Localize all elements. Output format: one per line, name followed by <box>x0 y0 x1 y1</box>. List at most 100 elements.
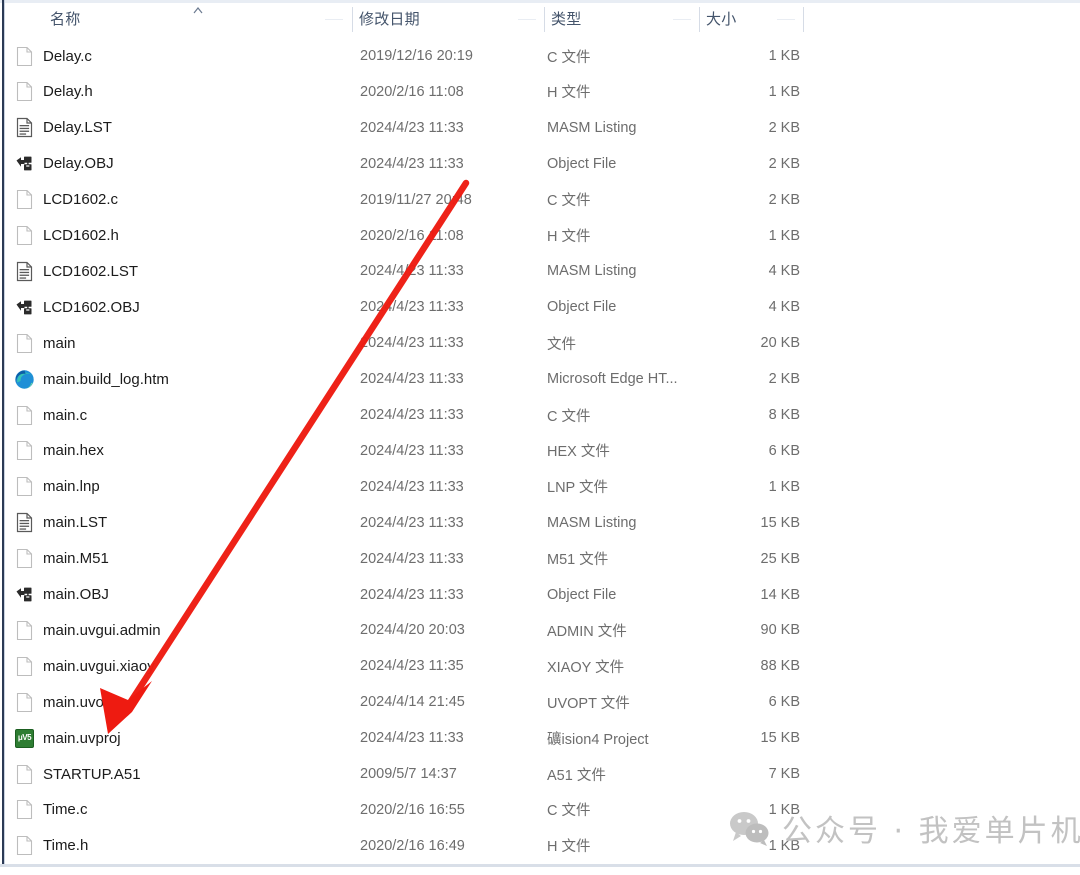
file-type-label: ADMIN 文件 <box>547 623 627 640</box>
file-name-label: main.M51 <box>43 550 109 568</box>
column-resize-grip-type[interactable] <box>673 19 691 20</box>
file-name-cell[interactable]: Delay.LST <box>15 110 112 146</box>
file-row[interactable]: main.uvgui.admin 2024/4/20 20:03 ADMIN 文件 9… <box>5 612 1080 648</box>
file-size-label: 7 KB <box>768 766 800 782</box>
file-row[interactable]: LCD1602.LST 2024/4/23 11:33 MASM Listing 4 … <box>5 253 1080 289</box>
column-header-date[interactable]: 修改日期 <box>359 3 420 33</box>
file-type-label: C 文件 <box>547 408 591 425</box>
column-divider-4[interactable] <box>803 7 804 33</box>
column-divider-3[interactable] <box>699 7 700 33</box>
column-divider-1[interactable] <box>352 7 353 33</box>
column-resize-grip-size[interactable] <box>777 19 795 20</box>
file-explorer-window: 名称 修改日期 类型 大小 Delay.c 2019/12/16 20:19 C 文… <box>0 0 1080 875</box>
file-name-cell[interactable]: main.uvgui.admin <box>15 612 161 648</box>
file-date-label: 2020/2/16 16:55 <box>360 801 465 818</box>
file-date-cell: 2009/5/7 14:37 <box>360 756 457 792</box>
file-name-cell[interactable]: main.uvgui.xiaoy <box>15 648 155 684</box>
file-name-cell[interactable]: Delay.h <box>15 74 93 110</box>
file-row[interactable]: main.hex 2024/4/23 11:33 HEX 文件 6 KB <box>5 433 1080 469</box>
file-size-cell: 20 KB <box>665 325 801 361</box>
file-name-cell[interactable]: STARTUP.A51 <box>15 756 141 792</box>
file-row[interactable]: LCD1602.h 2020/2/16 11:08 H 文件 1 KB <box>5 218 1080 254</box>
file-row[interactable]: main.build_log.htm 2024/4/23 11:33 Microso… <box>5 361 1080 397</box>
file-name-label: Time.c <box>43 801 88 819</box>
file-date-label: 2019/11/27 20:48 <box>360 191 472 208</box>
file-name-cell[interactable]: LCD1602.c <box>15 182 118 218</box>
file-date-label: 2024/4/23 11:33 <box>360 478 464 495</box>
file-name-cell[interactable]: Delay.OBJ <box>15 146 114 182</box>
file-row[interactable]: main.lnp 2024/4/23 11:33 LNP 文件 1 KB <box>5 469 1080 505</box>
file-size-label: 6 KB <box>768 442 800 459</box>
file-name-label: main.c <box>43 406 88 424</box>
file-name-label: main.uvopt <box>43 693 117 711</box>
file-size-label: 1 KB <box>768 48 800 64</box>
file-type-label: A51 文件 <box>547 767 606 784</box>
file-date-label: 2024/4/23 11:33 <box>360 119 464 136</box>
file-row[interactable]: main 2024/4/23 11:33 文件 20 KB <box>5 325 1080 361</box>
file-row[interactable]: STARTUP.A51 2009/5/7 14:37 A51 文件 7 KB <box>5 756 1080 792</box>
text-document-icon <box>15 117 34 138</box>
file-row[interactable]: LCD1602.OBJ 2024/4/23 11:33 Object File 4 K… <box>5 289 1080 325</box>
file-name-cell[interactable]: μV5 main.uvproj <box>15 720 121 756</box>
file-size-cell: 1 KB <box>665 74 800 110</box>
file-size-cell: 1 KB <box>665 469 800 505</box>
file-date-cell: 2024/4/23 11:33 <box>360 433 464 469</box>
column-header-size[interactable]: 大小 <box>706 3 736 33</box>
file-name-cell[interactable]: Delay.c <box>15 38 92 74</box>
column-header-name[interactable]: 名称 <box>50 3 80 33</box>
file-name-cell[interactable]: LCD1602.h <box>15 218 119 254</box>
file-row[interactable]: main.LST 2024/4/23 11:33 MASM Listing 15 KB <box>5 505 1080 541</box>
file-name-cell[interactable]: main.LST <box>15 505 107 541</box>
file-size-label: 1 KB <box>768 83 800 100</box>
file-row[interactable]: main.OBJ 2024/4/23 11:33 Object File 14 KB <box>5 577 1080 613</box>
file-name-label: main.uvproj <box>43 729 121 747</box>
file-row[interactable]: main.uvgui.xiaoy 2024/4/23 11:35 XIAOY 文件 8… <box>5 648 1080 684</box>
blank-page-icon <box>15 764 34 785</box>
file-name-cell[interactable]: main.build_log.htm <box>15 361 169 397</box>
file-date-cell: 2020/2/16 11:08 <box>360 74 464 110</box>
blank-page-icon <box>15 189 34 210</box>
file-name-cell[interactable]: main.lnp <box>15 469 100 505</box>
file-name-cell[interactable]: Time.c <box>15 792 87 828</box>
blank-page-icon <box>15 225 34 246</box>
file-row[interactable]: Time.h 2020/2/16 16:49 H 文件 1 KB <box>5 828 1080 864</box>
file-type-cell: ADMIN 文件 <box>547 612 627 648</box>
file-row[interactable]: main.c 2024/4/23 11:33 C 文件 8 KB <box>5 397 1080 433</box>
file-row[interactable]: Delay.h 2020/2/16 11:08 H 文件 1 KB <box>5 74 1080 110</box>
file-name-cell[interactable]: LCD1602.OBJ <box>15 289 140 325</box>
file-row[interactable]: LCD1602.c 2019/11/27 20:48 C 文件 2 KB <box>5 182 1080 218</box>
file-type-label: Object File <box>547 155 617 172</box>
file-name-cell[interactable]: main.hex <box>15 433 104 469</box>
file-row[interactable]: main.uvopt 2024/4/14 21:45 UVOPT 文件 6 KB <box>5 684 1080 720</box>
file-name-cell[interactable]: main.uvopt <box>15 684 116 720</box>
file-name-label: main.LST <box>43 514 108 532</box>
column-resize-grip-name[interactable] <box>325 19 343 20</box>
file-type-label: UVOPT 文件 <box>547 695 630 712</box>
column-header-type[interactable]: 类型 <box>551 3 581 33</box>
file-name-label: main.OBJ <box>43 586 109 603</box>
file-row[interactable]: Delay.c 2019/12/16 20:19 C 文件 1 KB <box>5 38 1080 74</box>
sort-ascending-icon[interactable] <box>191 6 205 16</box>
file-row[interactable]: Delay.OBJ 2024/4/23 11:33 Object File 2 KB <box>5 146 1080 182</box>
file-name-cell[interactable]: main <box>15 325 76 361</box>
file-size-label: 8 KB <box>768 407 800 423</box>
file-name-cell[interactable]: main.OBJ <box>15 577 109 613</box>
file-row[interactable]: Delay.LST 2024/4/23 11:33 MASM Listing 2 KB <box>5 110 1080 146</box>
column-resize-grip-date[interactable] <box>518 19 536 20</box>
file-type-cell: H 文件 <box>547 74 591 110</box>
file-row[interactable]: μV5 main.uvproj 2024/4/23 11:33 礦ision4 Pro… <box>5 720 1080 756</box>
column-header-size-label: 大小 <box>706 10 737 28</box>
file-date-label: 2024/4/23 11:33 <box>360 442 464 459</box>
column-divider-2[interactable] <box>544 7 545 33</box>
file-date-cell: 2020/2/16 16:55 <box>360 792 465 828</box>
file-size-label: 1 KB <box>768 837 800 854</box>
file-size-cell: 25 KB <box>665 541 801 577</box>
file-name-cell[interactable]: LCD1602.LST <box>15 253 138 289</box>
file-row[interactable]: main.M51 2024/4/23 11:33 M51 文件 25 KB <box>5 541 1080 577</box>
column-header-row: 名称 修改日期 类型 大小 <box>5 3 1080 33</box>
file-row[interactable]: Time.c 2020/2/16 16:55 C 文件 1 KB <box>5 792 1080 828</box>
file-type-label: C 文件 <box>547 803 591 820</box>
file-name-cell[interactable]: Time.h <box>15 828 88 864</box>
file-name-cell[interactable]: main.c <box>15 397 87 433</box>
file-name-cell[interactable]: main.M51 <box>15 541 109 577</box>
